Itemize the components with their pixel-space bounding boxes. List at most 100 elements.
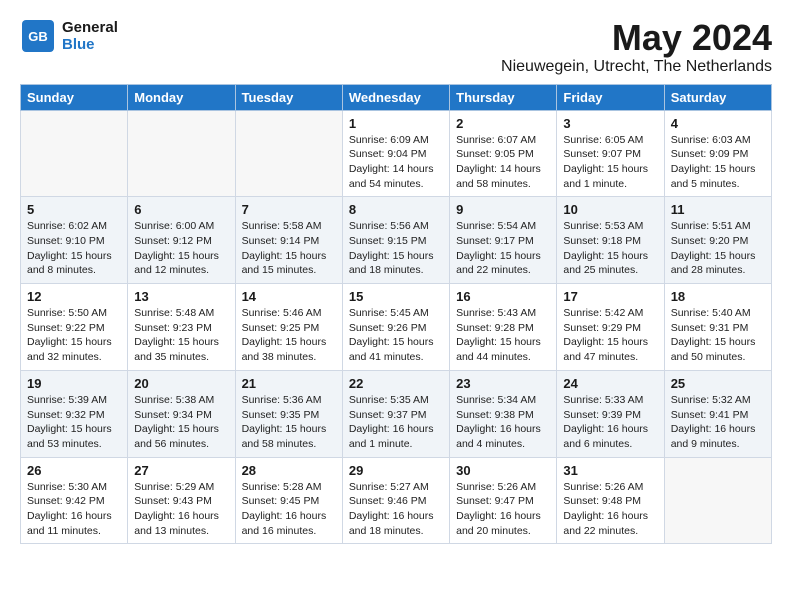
calendar-cell: 31 Sunrise: 5:26 AM Sunset: 9:48 PM Dayli… <box>557 457 664 544</box>
day-info: Sunrise: 5:58 AM Sunset: 9:14 PM Dayligh… <box>242 219 336 278</box>
calendar-cell: 17 Sunrise: 5:42 AM Sunset: 9:29 PM Dayli… <box>557 284 664 371</box>
day-number: 17 <box>563 289 657 304</box>
day-info: Sunrise: 5:43 AM Sunset: 9:28 PM Dayligh… <box>456 306 550 365</box>
calendar-cell: 23 Sunrise: 5:34 AM Sunset: 9:38 PM Dayli… <box>450 370 557 457</box>
page: GB General Blue May 2024 Nieuwegein, Utr… <box>0 0 792 562</box>
calendar-cell: 5Sunrise: 6:02 AM Sunset: 9:10 PM Daylig… <box>21 197 128 284</box>
day-info: Sunrise: 5:39 AM Sunset: 9:32 PM Dayligh… <box>27 393 121 452</box>
calendar-cell: 2 Sunrise: 6:07 AM Sunset: 9:05 PM Daylig… <box>450 110 557 197</box>
day-info: Sunrise: 5:40 AM Sunset: 9:31 PM Dayligh… <box>671 306 765 365</box>
calendar-cell <box>235 110 342 197</box>
day-number: 7 <box>242 202 336 217</box>
day-number: 3 <box>563 116 657 131</box>
calendar-cell: 20Sunrise: 5:38 AM Sunset: 9:34 PM Dayli… <box>128 370 235 457</box>
calendar-week-row: 1 Sunrise: 6:09 AM Sunset: 9:04 PM Daylig… <box>21 110 772 197</box>
header-day-wednesday: Wednesday <box>342 84 449 110</box>
calendar-cell: 19 Sunrise: 5:39 AM Sunset: 9:32 PM Dayli… <box>21 370 128 457</box>
day-info: Sunrise: 5:26 AM Sunset: 9:48 PM Dayligh… <box>563 480 657 539</box>
calendar-week-row: 5Sunrise: 6:02 AM Sunset: 9:10 PM Daylig… <box>21 197 772 284</box>
day-number: 12 <box>27 289 121 304</box>
calendar-cell: 7 Sunrise: 5:58 AM Sunset: 9:14 PM Daylig… <box>235 197 342 284</box>
calendar-cell: 14Sunrise: 5:46 AM Sunset: 9:25 PM Dayli… <box>235 284 342 371</box>
calendar-week-row: 12 Sunrise: 5:50 AM Sunset: 9:22 PM Dayli… <box>21 284 772 371</box>
header: GB General Blue May 2024 Nieuwegein, Utr… <box>20 18 772 76</box>
logo: GB General Blue <box>20 18 118 54</box>
calendar-cell <box>128 110 235 197</box>
calendar-title: May 2024 <box>501 18 772 58</box>
calendar-cell: 16 Sunrise: 5:43 AM Sunset: 9:28 PM Dayli… <box>450 284 557 371</box>
day-number: 30 <box>456 463 550 478</box>
day-info: Sunrise: 5:51 AM Sunset: 9:20 PM Dayligh… <box>671 219 765 278</box>
calendar-cell: 12 Sunrise: 5:50 AM Sunset: 9:22 PM Dayli… <box>21 284 128 371</box>
day-number: 6 <box>134 202 228 217</box>
calendar-cell: 11 Sunrise: 5:51 AM Sunset: 9:20 PM Dayli… <box>664 197 771 284</box>
calendar-cell <box>21 110 128 197</box>
day-info: Sunrise: 5:42 AM Sunset: 9:29 PM Dayligh… <box>563 306 657 365</box>
header-day-tuesday: Tuesday <box>235 84 342 110</box>
calendar-cell: 13Sunrise: 5:48 AM Sunset: 9:23 PM Dayli… <box>128 284 235 371</box>
day-info: Sunrise: 5:38 AM Sunset: 9:34 PM Dayligh… <box>134 393 228 452</box>
calendar-cell: 15Sunrise: 5:45 AM Sunset: 9:26 PM Dayli… <box>342 284 449 371</box>
day-number: 31 <box>563 463 657 478</box>
calendar-cell: 18 Sunrise: 5:40 AM Sunset: 9:31 PM Dayli… <box>664 284 771 371</box>
calendar-cell <box>664 457 771 544</box>
day-info: Sunrise: 5:53 AM Sunset: 9:18 PM Dayligh… <box>563 219 657 278</box>
day-number: 4 <box>671 116 765 131</box>
header-day-friday: Friday <box>557 84 664 110</box>
calendar-cell: 10 Sunrise: 5:53 AM Sunset: 9:18 PM Dayli… <box>557 197 664 284</box>
day-number: 23 <box>456 376 550 391</box>
header-day-sunday: Sunday <box>21 84 128 110</box>
day-info: Sunrise: 6:07 AM Sunset: 9:05 PM Dayligh… <box>456 133 550 192</box>
logo-line2: Blue <box>62 36 118 53</box>
day-number: 18 <box>671 289 765 304</box>
day-info: Sunrise: 5:29 AM Sunset: 9:43 PM Dayligh… <box>134 480 228 539</box>
day-number: 16 <box>456 289 550 304</box>
calendar-cell: 8Sunrise: 5:56 AM Sunset: 9:15 PM Daylig… <box>342 197 449 284</box>
day-number: 13 <box>134 289 228 304</box>
day-info: Sunrise: 6:05 AM Sunset: 9:07 PM Dayligh… <box>563 133 657 192</box>
calendar-cell: 4 Sunrise: 6:03 AM Sunset: 9:09 PM Daylig… <box>664 110 771 197</box>
day-info: Sunrise: 5:50 AM Sunset: 9:22 PM Dayligh… <box>27 306 121 365</box>
day-number: 19 <box>27 376 121 391</box>
day-number: 15 <box>349 289 443 304</box>
calendar-cell: 26 Sunrise: 5:30 AM Sunset: 9:42 PM Dayli… <box>21 457 128 544</box>
day-number: 10 <box>563 202 657 217</box>
calendar-table: SundayMondayTuesdayWednesdayThursdayFrid… <box>20 84 772 545</box>
calendar-subtitle: Nieuwegein, Utrecht, The Netherlands <box>501 58 772 76</box>
day-info: Sunrise: 6:03 AM Sunset: 9:09 PM Dayligh… <box>671 133 765 192</box>
day-number: 2 <box>456 116 550 131</box>
svg-text:GB: GB <box>28 29 48 44</box>
calendar-cell: 9 Sunrise: 5:54 AM Sunset: 9:17 PM Daylig… <box>450 197 557 284</box>
calendar-header-row: SundayMondayTuesdayWednesdayThursdayFrid… <box>21 84 772 110</box>
day-info: Sunrise: 5:54 AM Sunset: 9:17 PM Dayligh… <box>456 219 550 278</box>
day-info: Sunrise: 6:09 AM Sunset: 9:04 PM Dayligh… <box>349 133 443 192</box>
title-block: May 2024 Nieuwegein, Utrecht, The Nether… <box>501 18 772 76</box>
calendar-cell: 28 Sunrise: 5:28 AM Sunset: 9:45 PM Dayli… <box>235 457 342 544</box>
day-info: Sunrise: 5:34 AM Sunset: 9:38 PM Dayligh… <box>456 393 550 452</box>
day-info: Sunrise: 5:33 AM Sunset: 9:39 PM Dayligh… <box>563 393 657 452</box>
day-info: Sunrise: 5:56 AM Sunset: 9:15 PM Dayligh… <box>349 219 443 278</box>
calendar-week-row: 19 Sunrise: 5:39 AM Sunset: 9:32 PM Dayli… <box>21 370 772 457</box>
calendar-cell: 24Sunrise: 5:33 AM Sunset: 9:39 PM Dayli… <box>557 370 664 457</box>
day-number: 26 <box>27 463 121 478</box>
day-info: Sunrise: 5:30 AM Sunset: 9:42 PM Dayligh… <box>27 480 121 539</box>
logo-line1: General <box>62 19 118 36</box>
day-number: 9 <box>456 202 550 217</box>
day-number: 28 <box>242 463 336 478</box>
calendar-cell: 30Sunrise: 5:26 AM Sunset: 9:47 PM Dayli… <box>450 457 557 544</box>
day-info: Sunrise: 5:35 AM Sunset: 9:37 PM Dayligh… <box>349 393 443 452</box>
day-number: 21 <box>242 376 336 391</box>
day-number: 1 <box>349 116 443 131</box>
day-info: Sunrise: 5:27 AM Sunset: 9:46 PM Dayligh… <box>349 480 443 539</box>
day-number: 29 <box>349 463 443 478</box>
day-info: Sunrise: 5:28 AM Sunset: 9:45 PM Dayligh… <box>242 480 336 539</box>
day-number: 11 <box>671 202 765 217</box>
calendar-cell: 3 Sunrise: 6:05 AM Sunset: 9:07 PM Daylig… <box>557 110 664 197</box>
header-day-saturday: Saturday <box>664 84 771 110</box>
day-number: 27 <box>134 463 228 478</box>
calendar-cell: 1 Sunrise: 6:09 AM Sunset: 9:04 PM Daylig… <box>342 110 449 197</box>
day-info: Sunrise: 5:32 AM Sunset: 9:41 PM Dayligh… <box>671 393 765 452</box>
day-info: Sunrise: 5:46 AM Sunset: 9:25 PM Dayligh… <box>242 306 336 365</box>
day-number: 25 <box>671 376 765 391</box>
day-info: Sunrise: 5:36 AM Sunset: 9:35 PM Dayligh… <box>242 393 336 452</box>
